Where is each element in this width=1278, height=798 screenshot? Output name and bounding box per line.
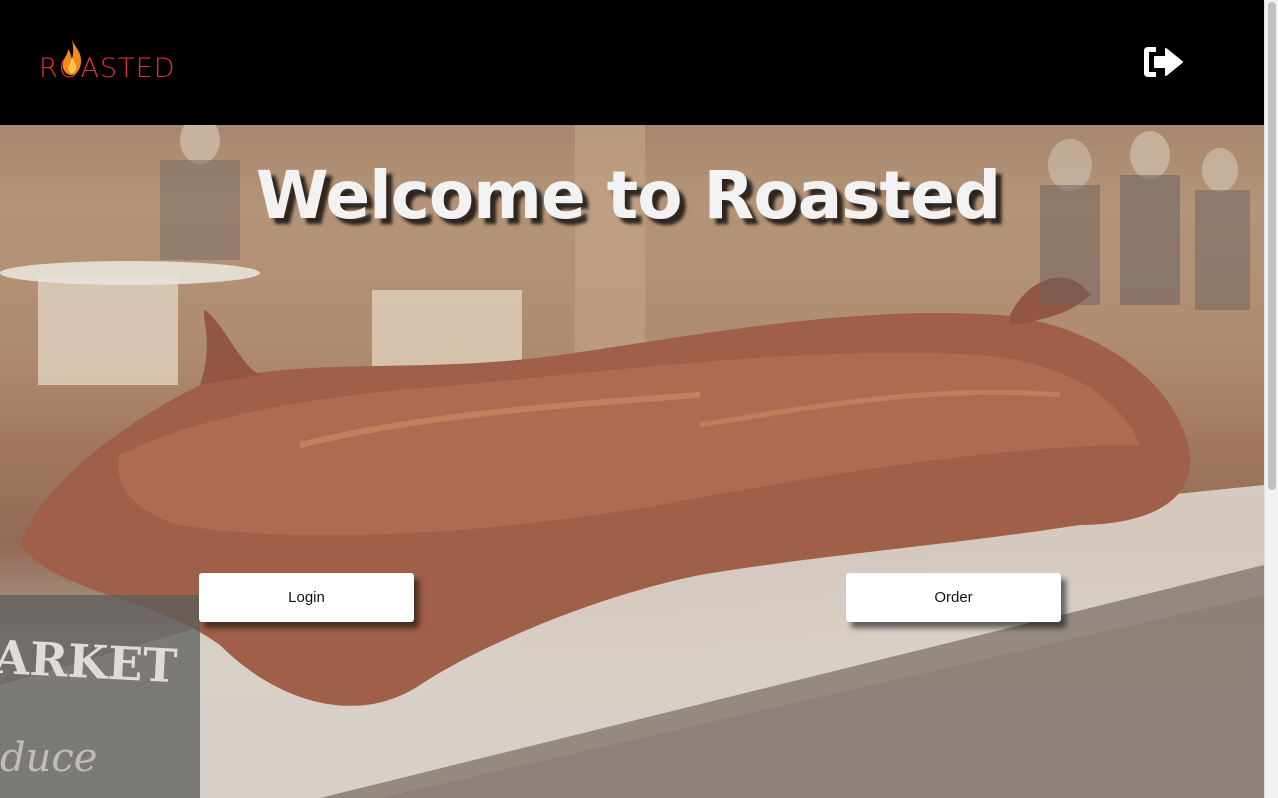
top-navbar: ROASTED: [0, 0, 1264, 125]
sign-out-icon: [1144, 47, 1183, 77]
logout-button[interactable]: [1142, 44, 1184, 80]
flame-icon: [62, 39, 82, 75]
order-button[interactable]: Order: [846, 573, 1061, 622]
page-scrollbar[interactable]: [1264, 0, 1278, 798]
login-button[interactable]: Login: [199, 573, 414, 622]
landing-page: ROASTED ARKET duce Welcome to Roasted Lo…: [0, 0, 1278, 798]
hero-title: Welcome to Roasted: [255, 157, 1001, 234]
hero-section: ARKET duce Welcome to Roasted Login Orde…: [0, 125, 1264, 798]
brand-logo[interactable]: ROASTED: [39, 39, 176, 82]
scrollbar-thumb[interactable]: [1268, 2, 1276, 490]
